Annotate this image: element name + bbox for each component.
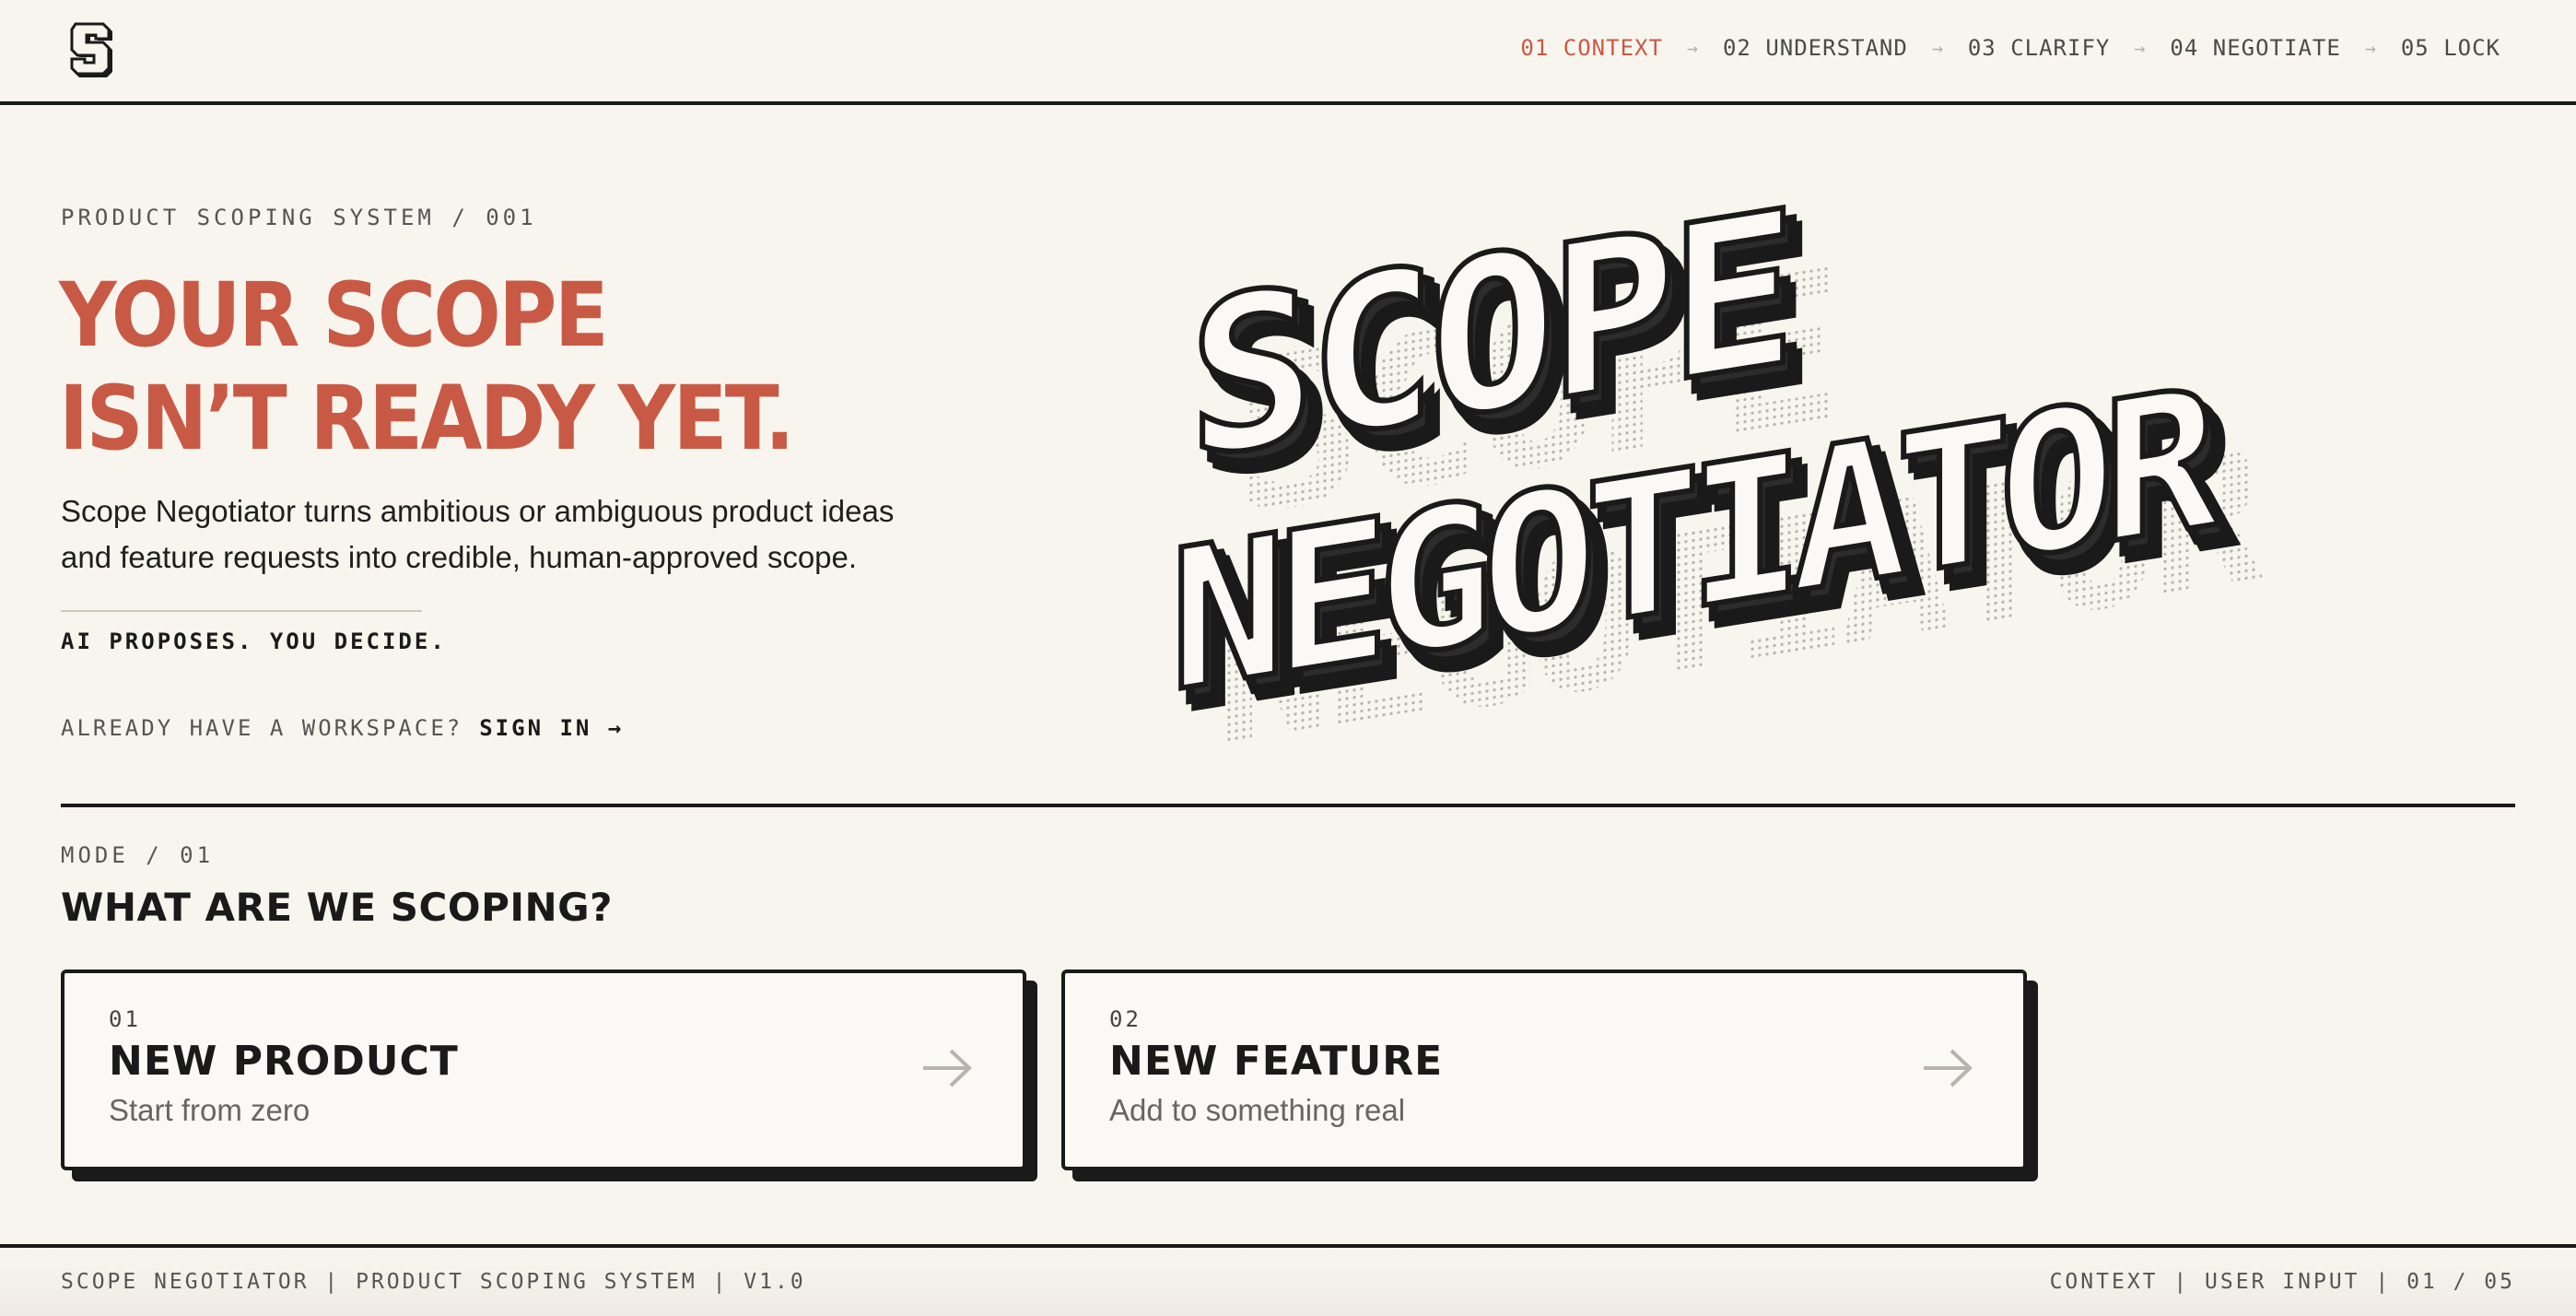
hero-tagline: AI PROPOSES. YOU DECIDE. bbox=[61, 629, 447, 654]
step-nav: 01 CONTEXT → 02 UNDERSTAND → 03 CLARIFY … bbox=[1520, 35, 2500, 61]
option-number: 01 bbox=[109, 1006, 141, 1032]
step-clarify[interactable]: 03 CLARIFY bbox=[1968, 35, 2111, 61]
step-separator: → bbox=[1931, 37, 1944, 59]
footer: SCOPE NEGOTIATOR | PRODUCT SCOPING SYSTE… bbox=[0, 1244, 2576, 1316]
section-divider bbox=[61, 804, 2515, 807]
top-bar: 01 CONTEXT → 02 UNDERSTAND → 03 CLARIFY … bbox=[0, 0, 2576, 105]
arrow-right-icon bbox=[923, 1049, 972, 1087]
description-line-2: and feature requests into credible, huma… bbox=[61, 540, 858, 574]
description-line-1: Scope Negotiator turns ambitious or ambi… bbox=[61, 494, 895, 528]
footer-product-info: SCOPE NEGOTIATOR | PRODUCT SCOPING SYSTE… bbox=[61, 1270, 806, 1294]
signin-row: ALREADY HAVE A WORKSPACE? SIGN IN → bbox=[61, 715, 624, 741]
step-separator: → bbox=[2134, 37, 2147, 59]
mode-option-new-product[interactable]: 01 NEW PRODUCT Start from zero bbox=[61, 969, 1026, 1170]
arrow-right-icon bbox=[1924, 1049, 1973, 1087]
headline-line-1: YOUR SCOPE bbox=[59, 264, 609, 367]
step-separator: → bbox=[2364, 37, 2377, 59]
mode-label: MODE / 01 bbox=[61, 842, 215, 868]
step-context[interactable]: 01 CONTEXT bbox=[1520, 35, 1663, 61]
step-lock[interactable]: 05 LOCK bbox=[2401, 35, 2500, 61]
hero-headline: YOUR SCOPE ISN’T READY YET. bbox=[59, 264, 795, 470]
step-understand[interactable]: 02 UNDERSTAND bbox=[1723, 35, 1908, 61]
option-subtitle: Add to something real bbox=[1109, 1093, 1406, 1127]
mode-option-new-feature[interactable]: 02 NEW FEATURE Add to something real bbox=[1061, 969, 2027, 1170]
option-subtitle: Start from zero bbox=[109, 1093, 310, 1127]
step-separator: → bbox=[1686, 37, 1699, 59]
logo-s-icon[interactable] bbox=[70, 20, 116, 81]
hero-description: Scope Negotiator turns ambitious or ambi… bbox=[61, 488, 982, 581]
mode-title: WHAT ARE WE SCOPING? bbox=[61, 885, 613, 930]
signin-link[interactable]: SIGN IN → bbox=[479, 715, 624, 741]
wordmark-illustration: SCOPE NEGOTIATOR SCOPE NEGOTIATOR SCOPE … bbox=[1167, 184, 2266, 774]
headline-line-2: ISN’T READY YET. bbox=[59, 367, 795, 470]
divider bbox=[61, 610, 422, 612]
option-title: NEW PRODUCT bbox=[109, 1038, 459, 1085]
footer-step-info: CONTEXT | USER INPUT | 01 / 05 bbox=[2049, 1270, 2515, 1294]
option-number: 02 bbox=[1109, 1006, 1142, 1032]
step-negotiate[interactable]: 04 NEGOTIATE bbox=[2170, 35, 2340, 61]
signin-prompt: ALREADY HAVE A WORKSPACE? bbox=[61, 715, 463, 741]
option-title: NEW FEATURE bbox=[1109, 1038, 1444, 1085]
hero-eyebrow: PRODUCT SCOPING SYSTEM / 001 bbox=[61, 205, 537, 230]
